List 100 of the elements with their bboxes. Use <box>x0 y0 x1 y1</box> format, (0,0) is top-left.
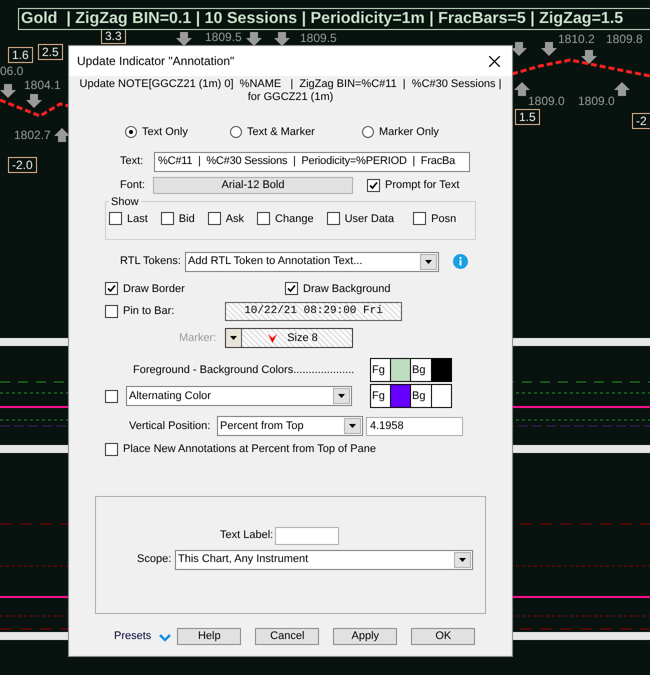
checkbox-label: Prompt for Text <box>385 178 460 193</box>
down-arrow-icon <box>246 32 262 46</box>
dropdown-button[interactable] <box>454 552 471 568</box>
checkmark-icon <box>287 284 296 294</box>
price-label: 1809.0 <box>528 94 565 108</box>
checkbox-label: Pin to Bar: <box>123 304 174 320</box>
field-label: Scope: <box>137 552 172 568</box>
checkmark-icon <box>107 284 116 294</box>
dialog-button[interactable]: Help <box>177 628 242 644</box>
field-label: Marker: <box>179 330 218 346</box>
field-label: Text Label: <box>220 528 274 544</box>
up-arrow-icon <box>54 128 70 142</box>
field-label: Font: <box>120 178 146 193</box>
color-swatch[interactable] <box>431 358 452 382</box>
checkbox-label: Change <box>275 212 314 226</box>
swatch-label: Fg <box>370 384 390 408</box>
checkbox-label: Last <box>127 212 148 226</box>
text-input-field[interactable]: %C#11 | %C#30 Sessions | Periodicity=%PERIOD | FracBa <box>154 152 470 172</box>
checkbox-label: Posn <box>431 212 456 226</box>
chart-banner: Gold | ZigZag BIN=0.1 | 10 Sessions | Periodicity=1m | FracBars=5 | ZigZag=1.5 <box>18 8 650 30</box>
field-label: Vertical Position: <box>129 418 212 434</box>
field-label: Text: <box>120 154 144 170</box>
value-label: -2.0 <box>8 157 37 173</box>
checkbox[interactable] <box>105 305 118 318</box>
swatch-label: Bg <box>411 384 431 408</box>
checkbox[interactable] <box>109 212 122 226</box>
dialog-button[interactable]: Apply <box>333 628 398 644</box>
checkbox[interactable] <box>367 178 380 192</box>
caret-icon <box>425 260 432 264</box>
window-title: Update Indicator "Annotation" <box>77 53 234 70</box>
down-arrow-icon <box>176 32 192 46</box>
checkbox[interactable] <box>285 282 298 296</box>
checkbox[interactable] <box>105 442 118 456</box>
checkbox-label: Draw Background <box>303 282 390 296</box>
radio-button[interactable] <box>362 126 374 138</box>
dropdown-button[interactable] <box>333 388 350 404</box>
value-label: -2 <box>632 113 650 129</box>
dropdown-button[interactable] <box>344 418 361 434</box>
rtl-tokens-dropdown[interactable]: Add RTL Token to Annotation Text... <box>185 252 439 272</box>
price-label: 1809.0 <box>578 94 615 108</box>
alternating-color-dropdown[interactable]: Alternating Color <box>126 386 352 406</box>
caret-icon <box>230 336 237 340</box>
radio-label: Text & Marker <box>247 125 315 140</box>
vertical-position-dropdown[interactable]: Percent from Top <box>217 416 363 436</box>
radio-label: Marker Only <box>379 125 439 140</box>
color-swatch[interactable] <box>431 384 452 408</box>
date-field: 10/22/21 08:29:00 Fri <box>225 302 402 321</box>
color-swatch[interactable] <box>390 384 411 408</box>
down-arrow-icon <box>274 32 290 46</box>
checkmark-icon <box>369 180 378 190</box>
checkbox[interactable] <box>208 212 221 226</box>
caret-icon <box>349 424 356 428</box>
price-label: 1809.5 <box>205 30 242 44</box>
checkbox-label: Bid <box>178 212 195 226</box>
font-button[interactable]: Arial-12 Bold <box>153 176 353 194</box>
dialog-button[interactable]: Cancel <box>255 628 320 644</box>
radio-label: Text Only <box>142 125 188 140</box>
info-icon[interactable] <box>453 254 468 269</box>
presets-label: Presets <box>114 628 152 644</box>
dialog-subtitle: Update NOTE[GGCZ21 (1m) 0] %NAME | ZigZag BIN=%C#11 | %C#30 Sessions | for GGCZ21 (1m) <box>78 78 502 104</box>
checkbox[interactable] <box>105 390 118 402</box>
checkbox[interactable] <box>105 282 118 296</box>
percent-input-field[interactable]: 4.1958 <box>366 416 463 436</box>
checkbox-label: Draw Border <box>123 282 185 296</box>
checkbox[interactable] <box>160 212 174 226</box>
value-label: 1.5 <box>515 109 540 125</box>
up-arrow-icon <box>614 82 630 96</box>
up-arrow-icon <box>514 82 530 96</box>
close-icon[interactable] <box>489 56 500 66</box>
checkbox-label: Ask <box>226 212 244 226</box>
swatch-label: Fg <box>370 358 390 382</box>
checkbox-label: Place New Annotations at Percent from Top of Pane <box>123 442 376 457</box>
checkbox[interactable] <box>413 212 426 226</box>
price-label: 1809.8 <box>606 32 643 46</box>
checkbox[interactable] <box>257 212 270 226</box>
price-label: 1809.5 <box>300 31 337 45</box>
text-label-input-field[interactable] <box>275 526 340 544</box>
down-arrow-icon <box>581 50 597 64</box>
radio-button[interactable] <box>230 126 242 138</box>
radio-button[interactable] <box>125 126 137 138</box>
price-label: 06.0 <box>0 64 24 78</box>
dialog-button[interactable]: OK <box>411 628 476 644</box>
color-swatch[interactable] <box>390 358 411 382</box>
swatch-label: Bg <box>411 358 431 382</box>
group-title: Show <box>110 196 140 208</box>
price-label: 1810.2 <box>558 32 595 46</box>
value-label: 2.5 <box>38 44 63 60</box>
price-label: 1802.7 <box>14 128 51 142</box>
dropdown-button[interactable] <box>420 254 437 270</box>
down-arrow-icon <box>26 94 42 108</box>
caret-icon <box>459 558 466 562</box>
chevron-down-icon[interactable] <box>159 634 172 642</box>
down-arrow-icon <box>511 42 527 56</box>
value-label: 1.6 <box>8 47 33 63</box>
checkbox[interactable] <box>326 212 340 226</box>
down-arrow-icon <box>0 84 16 98</box>
caret-icon <box>338 394 345 398</box>
checkbox-label: User Data <box>344 212 394 226</box>
scope-dropdown[interactable]: This Chart, Any Instrument <box>175 550 473 570</box>
colors-label: Foreground - Background Colors.................... <box>133 362 356 378</box>
